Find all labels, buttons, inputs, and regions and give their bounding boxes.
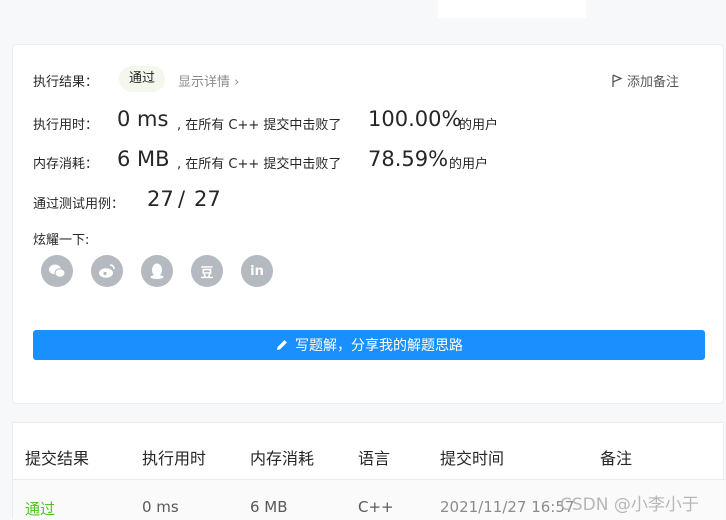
add-note-button[interactable]: 添加备注 bbox=[611, 71, 679, 90]
share-label: 炫耀一下: bbox=[33, 233, 90, 248]
row-time: 0 ms bbox=[142, 498, 179, 516]
tests-total: 27 bbox=[194, 187, 221, 211]
runtime-label: 执行用时： bbox=[33, 118, 99, 133]
linkedin-icon[interactable]: in bbox=[241, 255, 273, 287]
qq-icon[interactable] bbox=[141, 255, 173, 287]
column-header: 提交时间 bbox=[440, 449, 505, 468]
column-header: 语言 bbox=[358, 449, 391, 468]
memory-percent: 78.59% bbox=[368, 147, 449, 171]
status-badge: 通过 bbox=[119, 66, 166, 92]
wechat-icon[interactable] bbox=[41, 255, 73, 287]
memory-label: 内存消耗： bbox=[33, 157, 99, 172]
column-header: 提交结果 bbox=[25, 449, 90, 468]
submission-result-card: 执行结果： 通过 显示详情 › 添加备注 执行用时： 0 ms , 在所有 C+… bbox=[12, 44, 724, 404]
flag-icon bbox=[612, 73, 623, 87]
row-language: C++ bbox=[358, 498, 394, 516]
column-header: 备注 bbox=[600, 449, 633, 468]
write-solution-button[interactable]: 写题解，分享我的解题思路 bbox=[33, 330, 705, 360]
show-details-link[interactable]: 显示详情 › bbox=[178, 71, 239, 90]
runtime-value: 0 ms bbox=[117, 107, 169, 131]
add-note-label: 添加备注 bbox=[627, 75, 680, 90]
runtime-text: , 在所有 C++ 提交中击败了 bbox=[177, 118, 342, 133]
top-tab-bar bbox=[0, 0, 726, 18]
row-result-link[interactable]: 通过 bbox=[25, 498, 55, 519]
write-solution-label: 写题解，分享我的解题思路 bbox=[295, 338, 463, 354]
douban-icon[interactable]: 豆 bbox=[191, 255, 223, 287]
weibo-icon[interactable] bbox=[91, 255, 123, 287]
runtime-suffix: 的用户 bbox=[459, 118, 499, 133]
runtime-percent: 100.00% bbox=[368, 107, 462, 131]
result-label: 执行结果： bbox=[33, 75, 99, 90]
memory-suffix: 的用户 bbox=[449, 157, 489, 172]
memory-text: , 在所有 C++ 提交中击败了 bbox=[177, 157, 342, 172]
tests-label: 通过测试用例： bbox=[33, 197, 125, 212]
tab-comments[interactable] bbox=[290, 0, 430, 18]
tab-solutions[interactable] bbox=[140, 0, 280, 18]
watermark: CSDN @小李小于 bbox=[560, 495, 699, 515]
tab-submissions[interactable] bbox=[438, 0, 586, 18]
row-submitted: 2021/11/27 16:57 bbox=[440, 498, 575, 516]
row-memory: 6 MB bbox=[250, 498, 288, 516]
column-header: 内存消耗 bbox=[250, 449, 315, 468]
tests-passed: 27 bbox=[147, 187, 174, 211]
memory-value: 6 MB bbox=[117, 147, 170, 171]
tab-description[interactable] bbox=[0, 0, 130, 18]
tests-slash: / bbox=[178, 187, 186, 211]
column-header: 执行用时 bbox=[142, 449, 207, 468]
pencil-icon bbox=[277, 340, 287, 350]
